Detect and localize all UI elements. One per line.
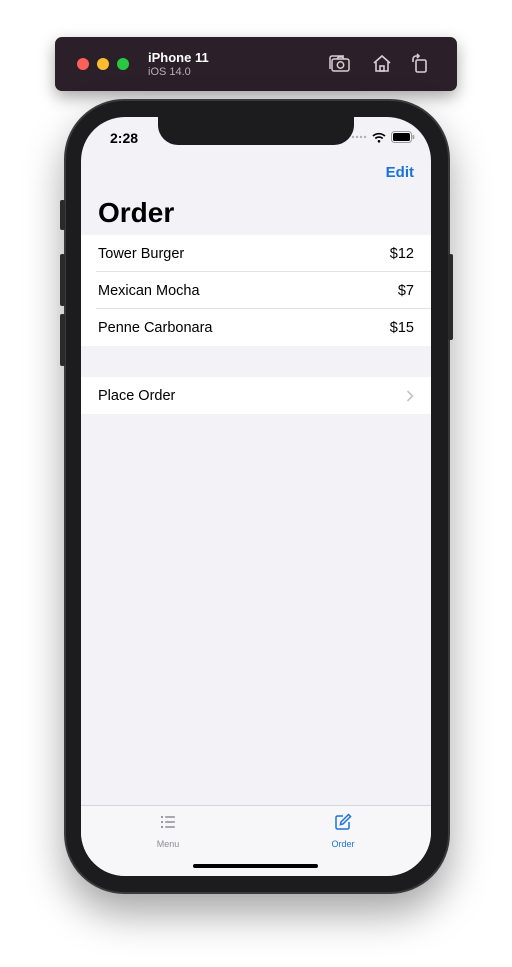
item-price: $7	[397, 282, 414, 299]
simulator-title-bar: iPhone 11 iOS 14.0	[55, 37, 457, 91]
status-icons	[351, 130, 415, 144]
os-version: iOS 14.0	[148, 66, 191, 78]
edit-button[interactable]: Edit	[386, 164, 414, 181]
item-price: $12	[389, 245, 414, 262]
order-item-row[interactable]: Penne Carbonara $15	[81, 309, 431, 346]
tab-order-label: Order	[331, 839, 355, 849]
tab-bar: Menu Order	[81, 805, 431, 876]
screenshot-icon[interactable]	[327, 51, 353, 77]
mute-switch	[60, 200, 65, 230]
close-window-button[interactable]	[77, 58, 89, 70]
tab-menu[interactable]: Menu	[138, 812, 198, 849]
device-name: iPhone 11	[148, 50, 209, 65]
compose-icon	[335, 813, 352, 830]
rotate-icon[interactable]	[407, 51, 433, 77]
status-time: 2:28	[110, 130, 139, 146]
place-order-button[interactable]: Place Order	[81, 377, 431, 414]
place-order-section: Place Order	[81, 377, 431, 414]
notch	[158, 117, 354, 145]
zoom-window-button[interactable]	[117, 58, 129, 70]
tab-order[interactable]: Order	[313, 812, 373, 849]
item-price: $15	[389, 319, 414, 336]
item-name: Tower Burger	[98, 245, 185, 262]
page-title: Order	[98, 197, 175, 228]
device-screen: 2:28 Edit Order Tower Burger $12 Mexican…	[81, 117, 431, 876]
home-icon[interactable]	[369, 51, 395, 77]
item-name: Mexican Mocha	[98, 282, 200, 299]
volume-up-button	[60, 254, 65, 306]
volume-down-button	[60, 314, 65, 366]
order-item-row[interactable]: Tower Burger $12	[81, 235, 431, 272]
item-name: Penne Carbonara	[98, 319, 213, 336]
tab-menu-label: Menu	[156, 839, 180, 849]
chevron-right-icon	[406, 389, 414, 402]
order-item-row[interactable]: Mexican Mocha $7	[81, 272, 431, 309]
signal-icon	[351, 135, 367, 139]
place-order-label: Place Order	[98, 387, 176, 404]
battery-icon	[391, 131, 415, 143]
list-icon	[160, 815, 175, 829]
minimize-window-button[interactable]	[97, 58, 109, 70]
side-button	[448, 254, 453, 340]
wifi-icon	[372, 132, 386, 143]
order-items-list: Tower Burger $12 Mexican Mocha $7 Penne …	[81, 235, 431, 346]
home-indicator[interactable]	[193, 864, 318, 868]
